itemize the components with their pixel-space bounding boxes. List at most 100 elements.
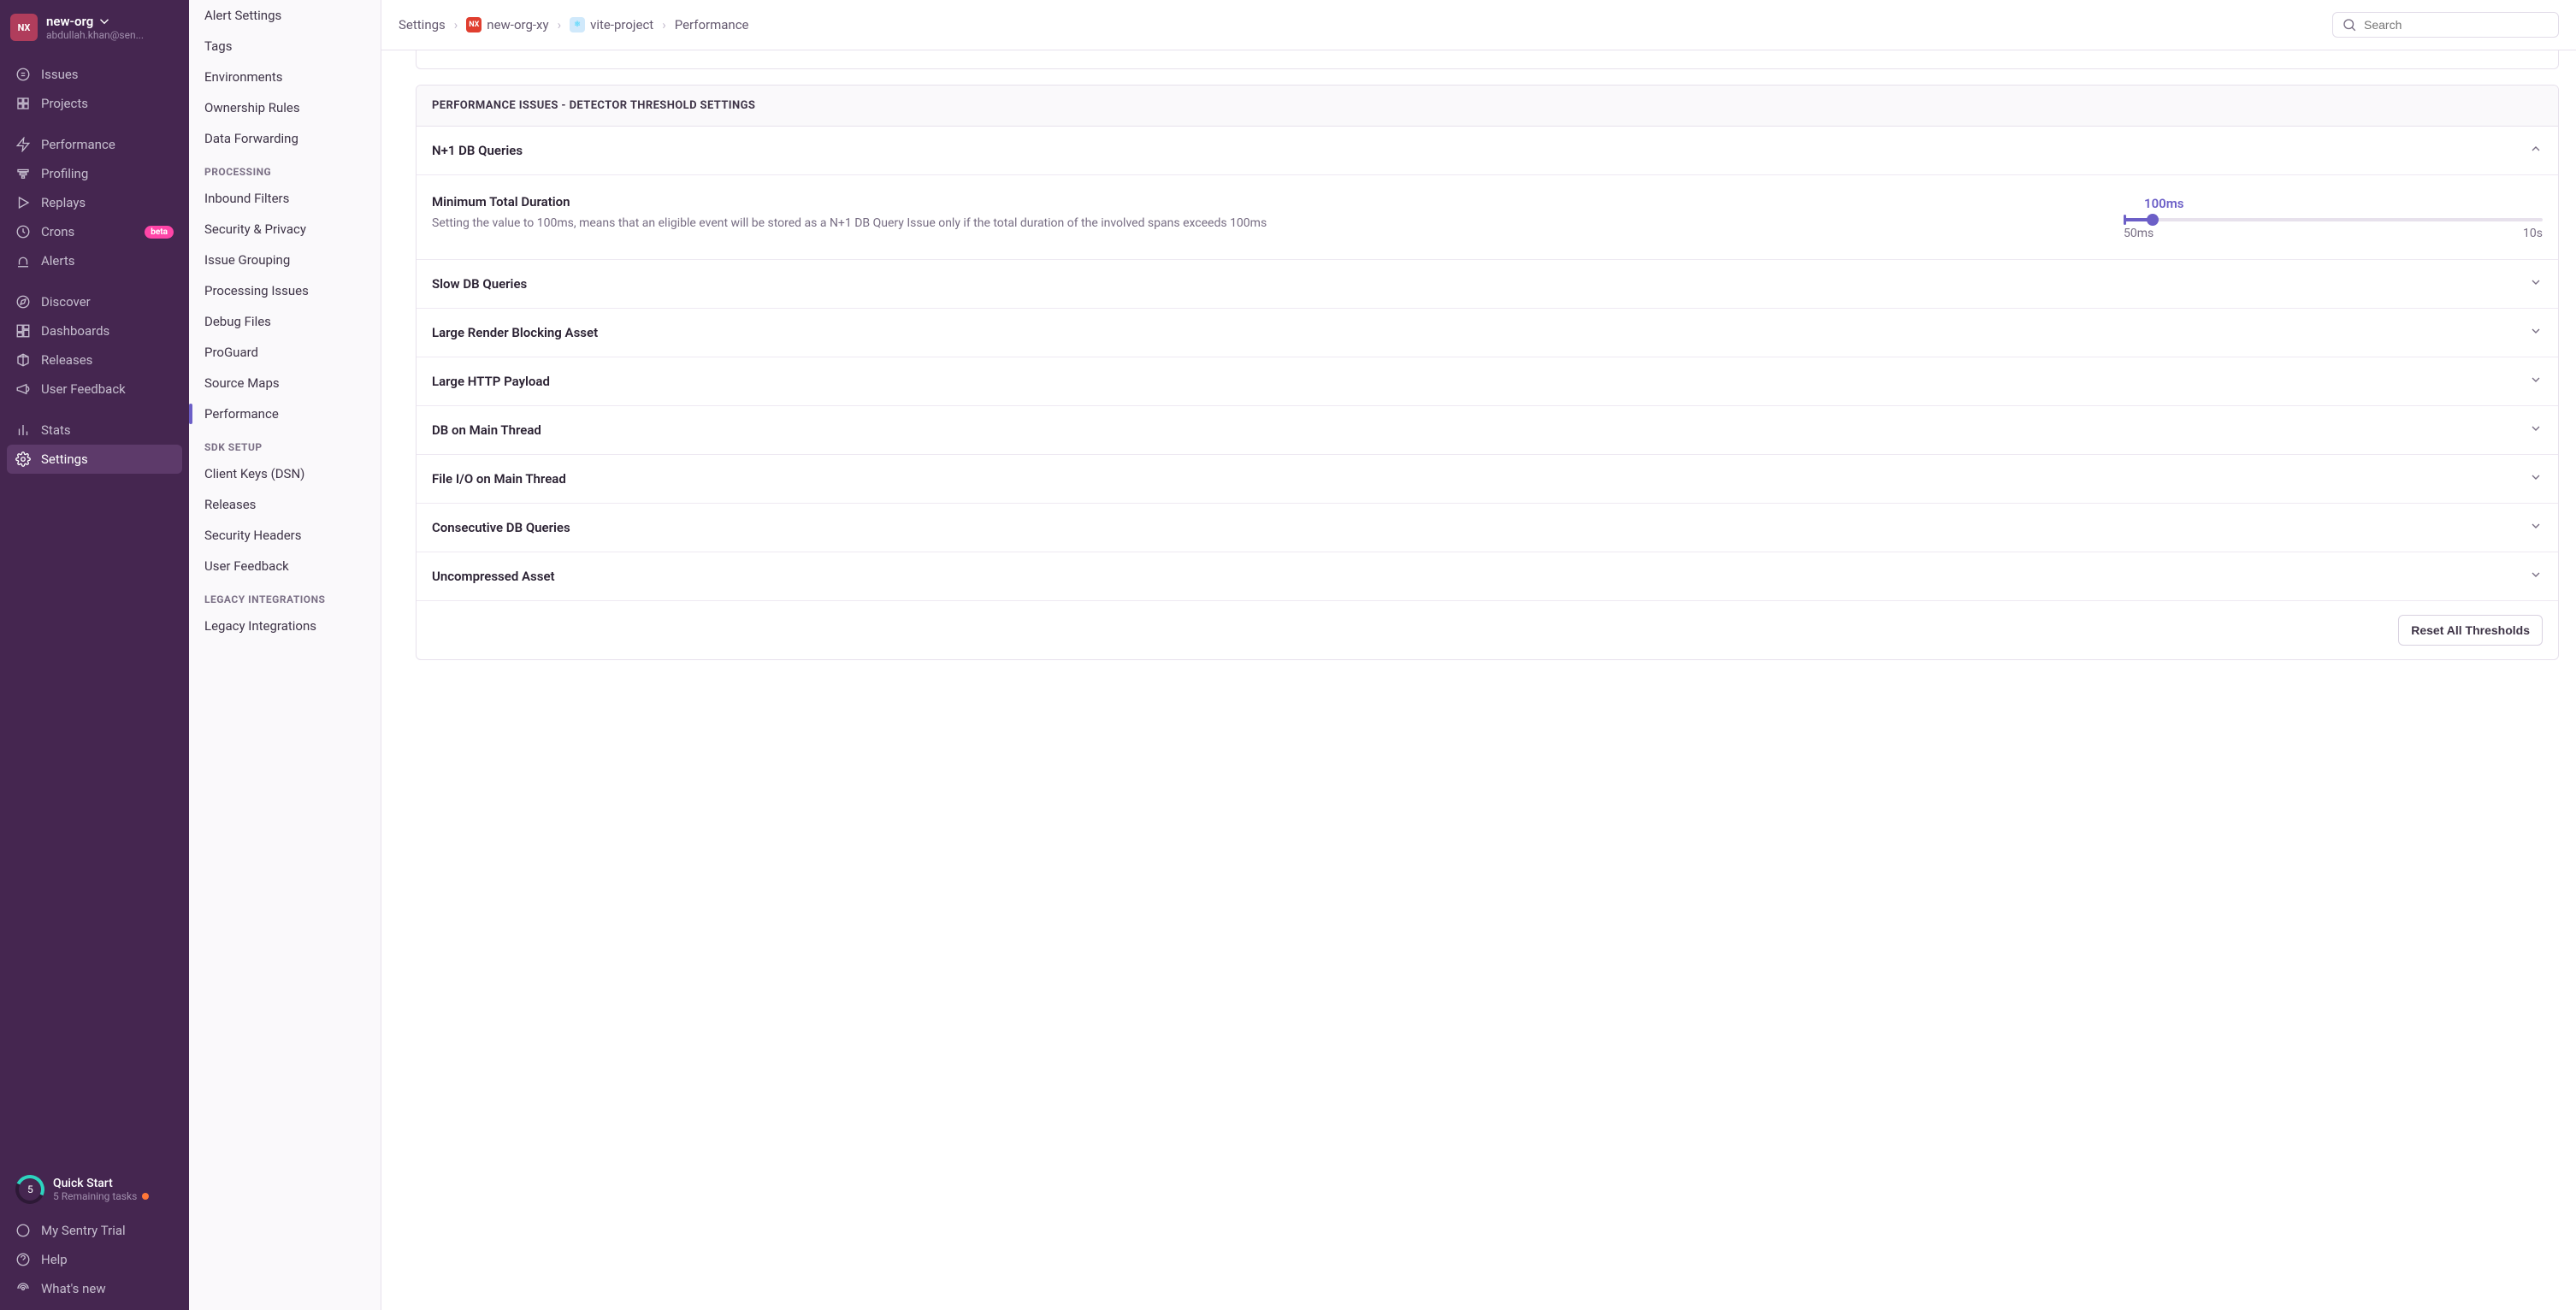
search-box[interactable] [2332, 12, 2559, 38]
prev-panel-tail [416, 50, 2559, 69]
detector-row-db-on-main-thread[interactable]: DB on Main Thread [417, 406, 2558, 455]
beta-badge: beta [145, 226, 174, 239]
detector-row-large-http-payload[interactable]: Large HTTP Payload [417, 357, 2558, 406]
nav-user-feedback[interactable]: User Feedback [7, 375, 182, 404]
org-badge-icon: NX [466, 17, 482, 32]
nav-discover[interactable]: Discover [7, 287, 182, 316]
ss-legacy-integrations[interactable]: Legacy Integrations [189, 611, 381, 641]
ss-legacy-header: Legacy Integrations [189, 581, 381, 611]
nav-label: Projects [41, 96, 88, 111]
broadcast-icon [15, 1281, 31, 1296]
nav-performance[interactable]: Performance [7, 130, 182, 159]
detector-title: Large HTTP Payload [432, 374, 550, 389]
ss-environments[interactable]: Environments [189, 62, 381, 92]
nav-help[interactable]: Help [7, 1245, 182, 1274]
nav-alerts[interactable]: Alerts [7, 246, 182, 275]
detector-title: N+1 DB Queries [432, 143, 523, 158]
nav-profiling[interactable]: Profiling [7, 159, 182, 188]
ss-processing-issues[interactable]: Processing Issues [189, 275, 381, 306]
ss-debug-files[interactable]: Debug Files [189, 306, 381, 337]
ss-client-keys[interactable]: Client Keys (DSN) [189, 458, 381, 489]
main-content: Settings › NX new-org-xy › ⚛ vite-projec… [381, 0, 2576, 1310]
chevron-right-icon: › [662, 17, 666, 32]
ss-sdk-header: SDK Setup [189, 429, 381, 458]
nav-label: Crons [41, 224, 74, 239]
detector-title: Consecutive DB Queries [432, 520, 570, 535]
siren-icon [15, 253, 31, 268]
nav-label: Alerts [41, 253, 75, 268]
nav-label: Discover [41, 294, 91, 310]
ss-security-privacy[interactable]: Security & Privacy [189, 214, 381, 245]
nav-whats-new[interactable]: What's new [7, 1274, 182, 1303]
nav-settings[interactable]: Settings [7, 445, 182, 474]
chevron-down-icon [2529, 568, 2543, 585]
detector-panel: Performance Issues - Detector Threshold … [416, 85, 2559, 660]
search-input[interactable] [2364, 18, 2549, 32]
ss-data-forwarding[interactable]: Data Forwarding [189, 123, 381, 154]
ss-proguard[interactable]: ProGuard [189, 337, 381, 368]
breadcrumb-settings[interactable]: Settings [399, 17, 446, 32]
nav-trial[interactable]: My Sentry Trial [7, 1216, 182, 1245]
package-icon [15, 352, 31, 368]
nav-label: Stats [41, 422, 71, 438]
detector-row-slow-db-queries[interactable]: Slow DB Queries [417, 260, 2558, 309]
nav-label: Performance [41, 137, 115, 152]
ss-source-maps[interactable]: Source Maps [189, 368, 381, 398]
chevron-right-icon: › [558, 17, 562, 32]
nav-label: Profiling [41, 166, 88, 181]
breadcrumb-project[interactable]: ⚛ vite-project [570, 17, 653, 32]
help-icon [15, 1252, 31, 1267]
gear-icon [15, 451, 31, 467]
ss-security-headers[interactable]: Security Headers [189, 520, 381, 551]
topbar: Settings › NX new-org-xy › ⚛ vite-projec… [381, 0, 2576, 50]
dashboard-icon [15, 323, 31, 339]
ss-alert-settings[interactable]: Alert Settings [189, 0, 381, 31]
chevron-right-icon: › [454, 17, 458, 32]
detector-row-n1-db-queries[interactable]: N+1 DB Queries [417, 127, 2558, 175]
search-icon [2342, 17, 2357, 32]
breadcrumb-org[interactable]: NX new-org-xy [466, 17, 548, 32]
ss-inbound-filters[interactable]: Inbound Filters [189, 183, 381, 214]
ss-performance[interactable]: Performance [189, 398, 381, 429]
detector-row-file-io-on-main-thread[interactable]: File I/O on Main Thread [417, 455, 2558, 504]
ss-tags[interactable]: Tags [189, 31, 381, 62]
breadcrumb: Settings › NX new-org-xy › ⚛ vite-projec… [399, 17, 749, 32]
detector-title: Slow DB Queries [432, 276, 527, 292]
nav-label: Issues [41, 67, 79, 82]
clock-icon [15, 224, 31, 239]
nav-replays[interactable]: Replays [7, 188, 182, 217]
nav-projects[interactable]: Projects [7, 89, 182, 118]
duration-slider[interactable] [2124, 218, 2543, 221]
breadcrumb-page: Performance [675, 17, 749, 32]
nav-label: Replays [41, 195, 86, 210]
org-switcher[interactable]: NX new-org abdullah.khan@sen... [0, 0, 189, 55]
detector-row-large-render-blocking-asset[interactable]: Large Render Blocking Asset [417, 309, 2558, 357]
nav-dashboards[interactable]: Dashboards [7, 316, 182, 345]
quick-start-title: Quick Start [53, 1177, 149, 1190]
detector-row-consecutive-db-queries[interactable]: Consecutive DB Queries [417, 504, 2558, 552]
ss-issue-grouping[interactable]: Issue Grouping [189, 245, 381, 275]
reset-all-thresholds-button[interactable]: Reset All Thresholds [2398, 615, 2543, 646]
lightning-icon [15, 137, 31, 152]
primary-sidebar: NX new-org abdullah.khan@sen... Issues P… [0, 0, 189, 1310]
bar-chart-icon [15, 422, 31, 438]
play-icon [15, 195, 31, 210]
quick-start[interactable]: 5 Quick Start 5 Remaining tasks [7, 1170, 182, 1216]
nav-releases[interactable]: Releases [7, 345, 182, 375]
chevron-down-icon [2529, 422, 2543, 439]
nav-issues[interactable]: Issues [7, 60, 182, 89]
detector-row-uncompressed-asset[interactable]: Uncompressed Asset [417, 552, 2558, 601]
slider-min-label: 50ms [2124, 227, 2154, 240]
detector-title: File I/O on Main Thread [432, 471, 566, 487]
nav-crons[interactable]: Crons beta [7, 217, 182, 246]
ss-ownership-rules[interactable]: Ownership Rules [189, 92, 381, 123]
slider-value: 100ms [2144, 196, 2543, 211]
profiling-icon [15, 166, 31, 181]
nav-label: Settings [41, 451, 88, 467]
slider-thumb[interactable] [2147, 214, 2159, 226]
ss-user-feedback[interactable]: User Feedback [189, 551, 381, 581]
chevron-down-icon [2529, 519, 2543, 536]
nav-stats[interactable]: Stats [7, 416, 182, 445]
ss-releases[interactable]: Releases [189, 489, 381, 520]
compass-icon [15, 294, 31, 310]
